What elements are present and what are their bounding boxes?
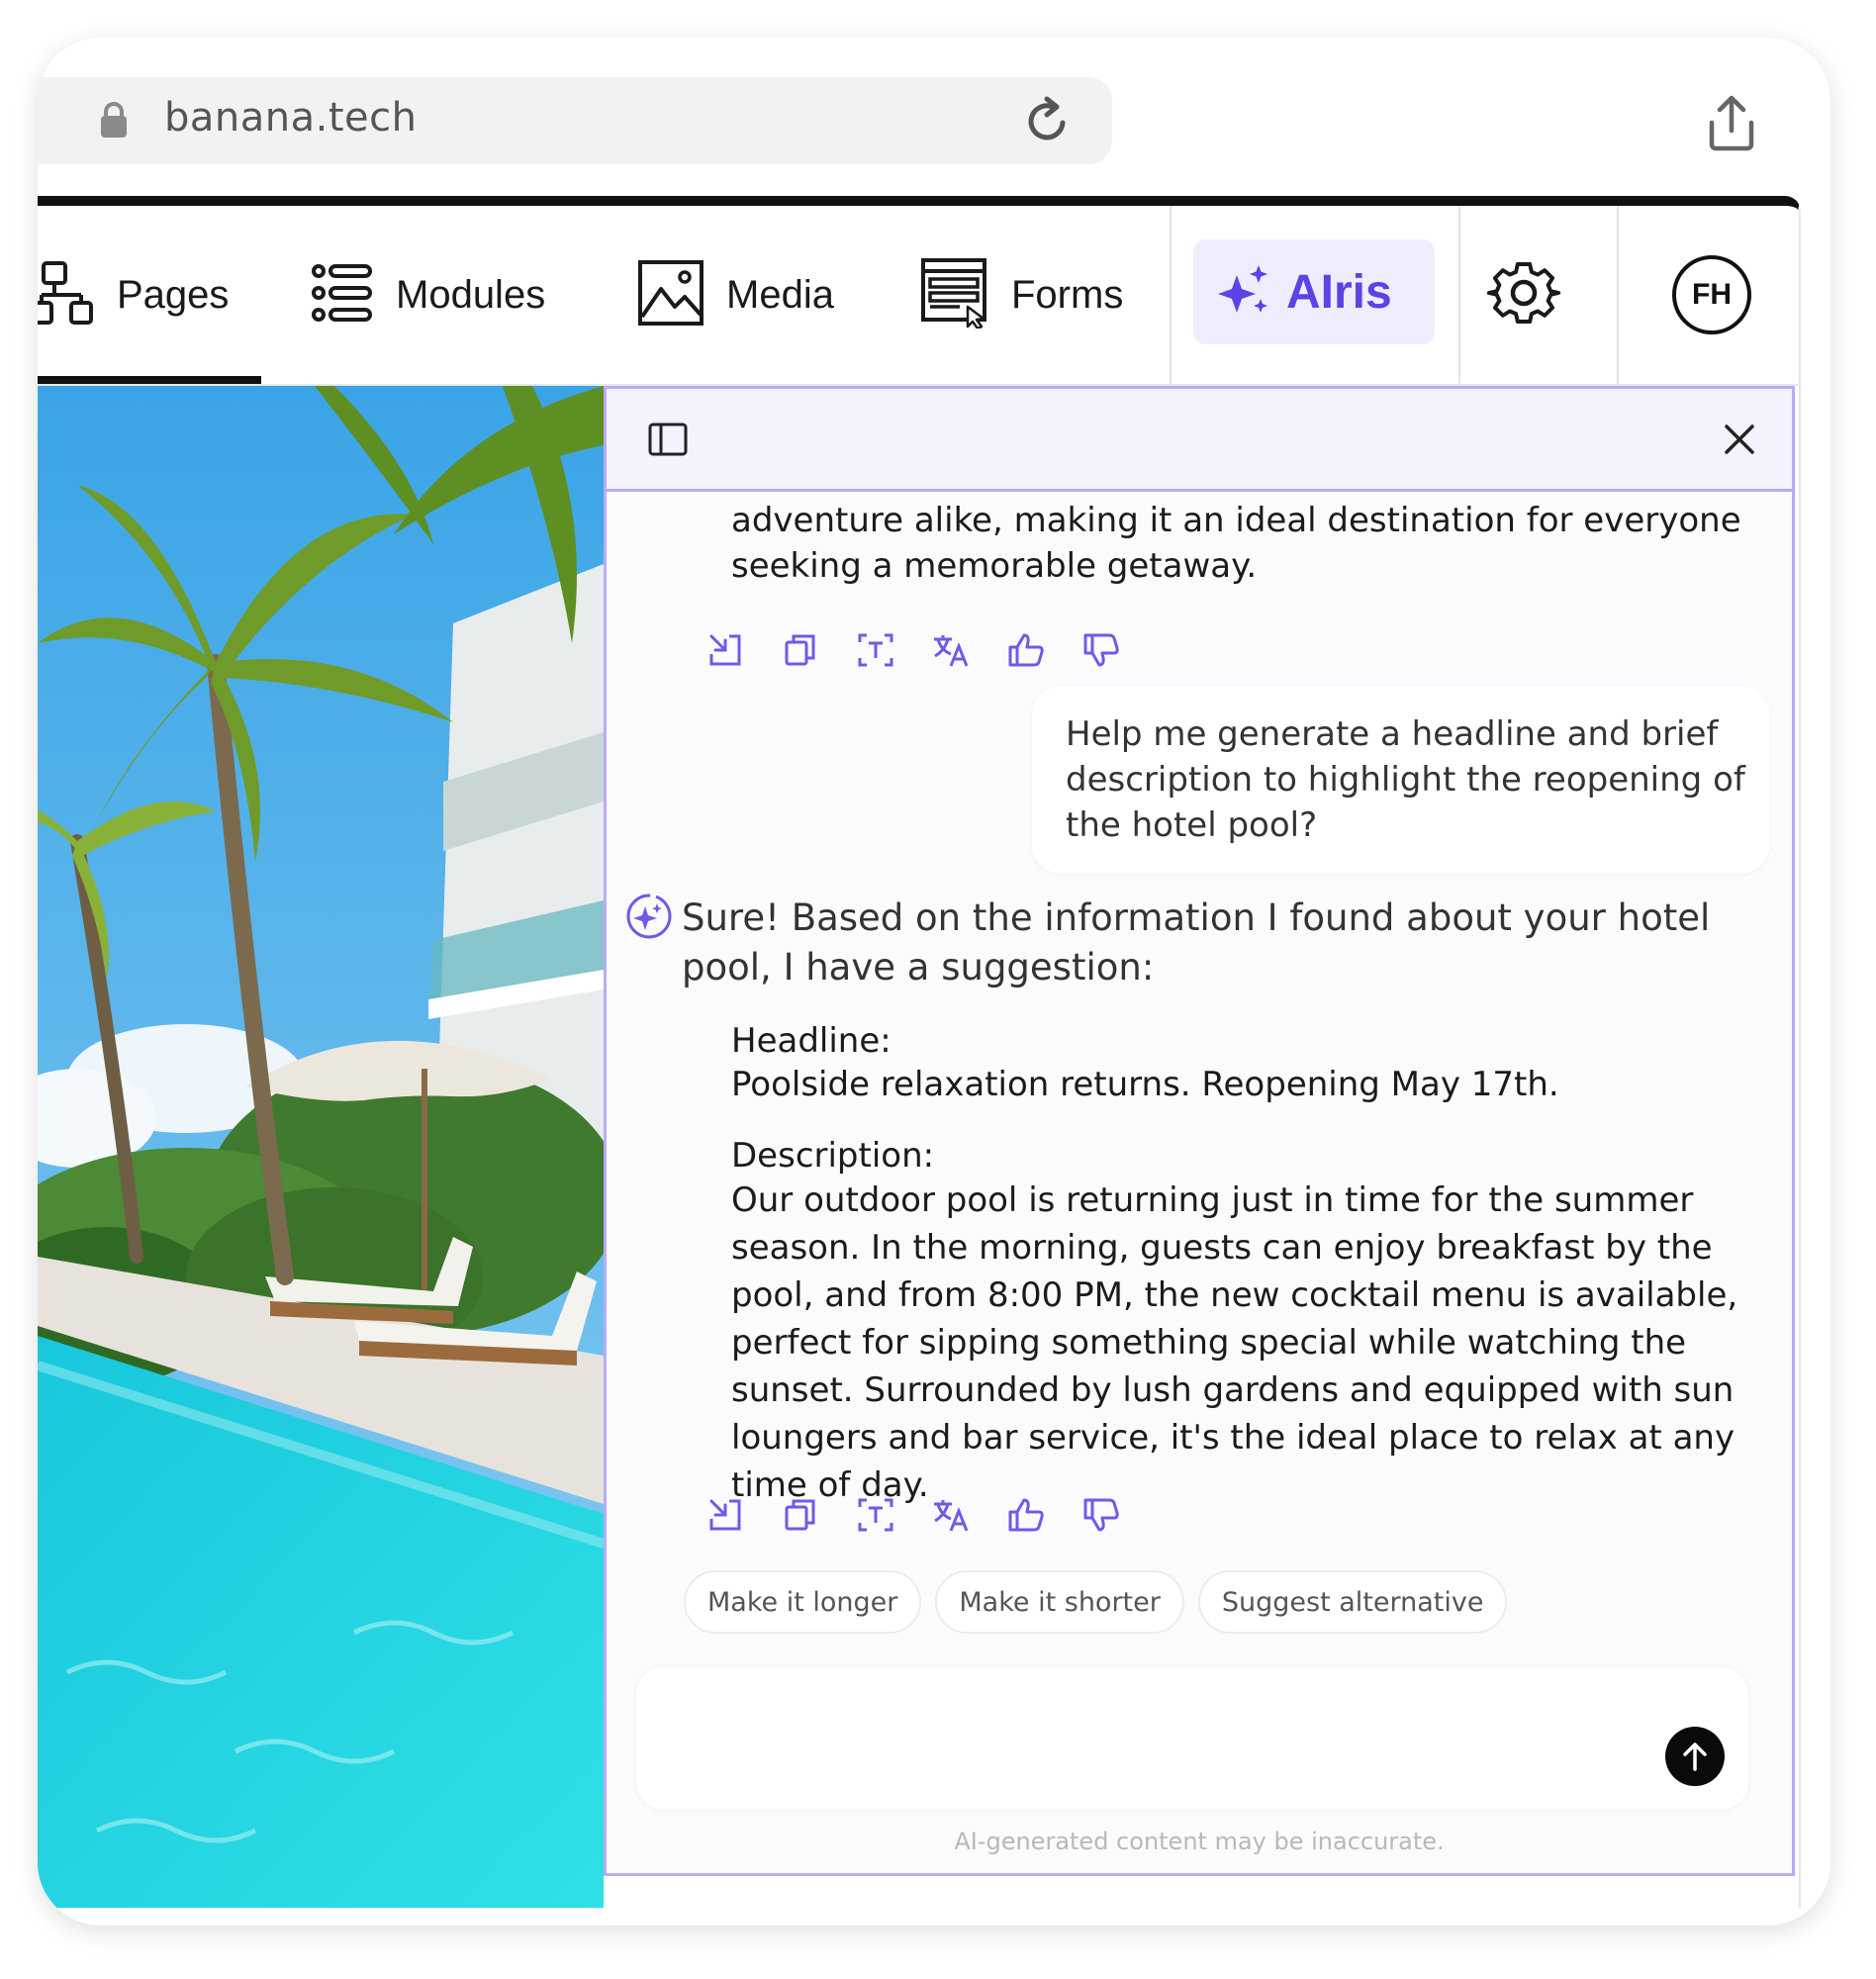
user-message-text: Help me generate a headline and brief de…: [1066, 714, 1745, 845]
previous-ai-message: adventure alike, making it an ideal dest…: [731, 501, 1741, 586]
chip-make-longer[interactable]: Make it longer: [684, 1570, 922, 1634]
thumbs-up-icon[interactable]: [988, 624, 1064, 676]
thumbs-up-icon[interactable]: [988, 1489, 1064, 1541]
image-icon: [637, 259, 704, 331]
app-window: Pages Modules Media Forms AIris FH adven…: [38, 196, 1801, 1908]
panel-header: [607, 389, 1792, 492]
reload-icon[interactable]: [1023, 93, 1071, 151]
description-label: Description:: [731, 1136, 935, 1176]
gear-icon[interactable]: [1486, 255, 1561, 335]
suggestion-chips: Make it longer Make it shorter Suggest a…: [684, 1570, 1508, 1634]
thumbs-down-icon[interactable]: [1064, 624, 1139, 676]
tab-pages[interactable]: Pages: [38, 259, 230, 331]
insert-icon[interactable]: [688, 1489, 763, 1541]
nav-divider: [1170, 206, 1172, 384]
sparkle-icon: [1215, 261, 1272, 324]
chip-suggest-alternative[interactable]: Suggest alternative: [1197, 1570, 1508, 1634]
address-bar[interactable]: banana.tech: [38, 77, 1112, 164]
top-navigation: Pages Modules Media Forms AIris FH: [38, 206, 1799, 386]
chip-make-shorter[interactable]: Make it shorter: [935, 1570, 1184, 1634]
tab-label: Pages: [117, 272, 230, 317]
tab-label: Media: [726, 272, 834, 317]
sitemap-icon: [38, 259, 97, 331]
chat-input[interactable]: [660, 1687, 1634, 1790]
message-actions: [688, 624, 1139, 676]
nav-divider: [1617, 206, 1619, 384]
close-icon[interactable]: [1723, 423, 1756, 461]
lock-icon: [99, 101, 129, 143]
translate-icon[interactable]: [913, 1489, 988, 1541]
text-extract-icon[interactable]: [838, 624, 913, 676]
headline-label: Headline:: [731, 1021, 891, 1061]
list-icon: [311, 263, 374, 328]
text-extract-icon[interactable]: [838, 1489, 913, 1541]
headline-text: Poolside relaxation returns. Reopening M…: [731, 1065, 1559, 1104]
user-message-bubble: Help me generate a headline and brief de…: [1032, 686, 1770, 874]
ai-sparkle-icon: [624, 892, 674, 946]
hero-image: [38, 386, 621, 1908]
sidebar-toggle-icon[interactable]: [648, 423, 688, 461]
browser-window: banana.tech Pages Modules Media Forms AI…: [38, 38, 1830, 1926]
insert-icon[interactable]: [688, 624, 763, 676]
chat-input-area: [636, 1667, 1748, 1810]
ai-disclaimer: AI-generated content may be inaccurate.: [954, 1828, 1445, 1855]
copy-icon[interactable]: [763, 1489, 838, 1541]
airis-label: AIris: [1286, 265, 1392, 319]
share-icon[interactable]: [1704, 93, 1759, 157]
message-actions: [688, 1489, 1139, 1541]
active-tab-indicator: [38, 376, 261, 384]
user-avatar[interactable]: FH: [1672, 255, 1751, 334]
arrow-up-icon: [1683, 1743, 1707, 1771]
form-icon: [920, 257, 989, 333]
ai-intro-text: Sure! Based on the information I found a…: [682, 896, 1711, 989]
tab-modules[interactable]: Modules: [311, 261, 545, 329]
airis-assistant-button[interactable]: AIris: [1193, 239, 1435, 344]
tab-forms[interactable]: Forms: [920, 257, 1124, 330]
send-button[interactable]: [1665, 1727, 1725, 1786]
thumbs-down-icon[interactable]: [1064, 1489, 1139, 1541]
tab-label: Modules: [396, 272, 546, 317]
url-text[interactable]: banana.tech: [164, 95, 417, 141]
description-text: Our outdoor pool is returning just in ti…: [731, 1180, 1738, 1505]
copy-icon[interactable]: [763, 624, 838, 676]
nav-divider: [1458, 206, 1460, 384]
translate-icon[interactable]: [913, 624, 988, 676]
assistant-panel: adventure alike, making it an ideal dest…: [604, 386, 1795, 1876]
tab-media[interactable]: Media: [637, 259, 834, 331]
tab-label: Forms: [1011, 272, 1124, 317]
